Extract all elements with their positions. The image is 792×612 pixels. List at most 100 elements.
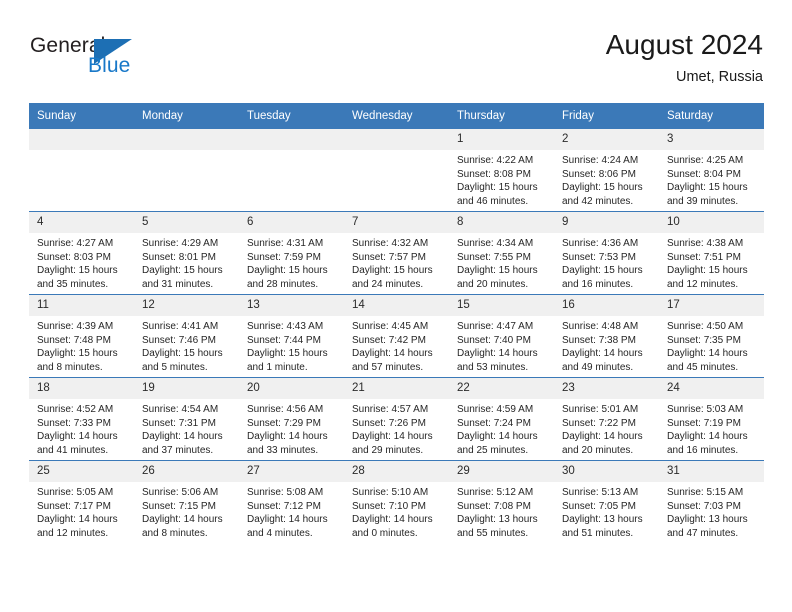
calendar-week-row: 18 Sunrise: 4:52 AM Sunset: 7:33 PM Dayligh… [29,377,764,461]
daylight-text-line1: Daylight: 14 hours [457,348,538,360]
sunset-text: Sunset: 7:51 PM [667,251,741,263]
sunset-text: Sunset: 7:15 PM [142,500,216,512]
sunrise-text: Sunrise: 4:54 AM [142,404,219,415]
daylight-text-line1: Daylight: 15 hours [667,182,748,194]
day-details: Sunrise: 4:34 AM Sunset: 7:55 PM Daylight:… [449,233,554,291]
logo-text-blue: Blue [88,54,131,77]
sunrise-text: Sunrise: 5:05 AM [37,487,114,498]
sunrise-text: Sunrise: 4:29 AM [142,238,219,249]
daylight-text-line1: Daylight: 15 hours [562,265,643,277]
weekday-header-friday: Friday [554,103,659,129]
calendar-day-cell[interactable]: 13 Sunrise: 4:43 AM Sunset: 7:44 PM Dayligh… [239,294,344,378]
calendar-day-cell[interactable]: 26 Sunrise: 5:06 AM Sunset: 7:15 PM Dayligh… [134,460,239,543]
calendar-day-cell-empty [29,128,134,212]
sunrise-text: Sunrise: 5:12 AM [457,487,534,498]
sunrise-text: Sunrise: 5:01 AM [562,404,639,415]
calendar-day-cell[interactable]: 27 Sunrise: 5:08 AM Sunset: 7:12 PM Dayligh… [239,460,344,543]
calendar-day-cell[interactable]: 5 Sunrise: 4:29 AM Sunset: 8:01 PM Daylight… [134,211,239,295]
day-number: 6 [239,212,344,233]
daylight-text-line1: Daylight: 14 hours [142,514,223,526]
sunrise-text: Sunrise: 4:41 AM [142,321,219,332]
day-number: 19 [134,378,239,399]
sunrise-text: Sunrise: 5:10 AM [352,487,429,498]
sunset-text: Sunset: 7:08 PM [457,500,531,512]
calendar-day-cell[interactable]: 6 Sunrise: 4:31 AM Sunset: 7:59 PM Daylight… [239,211,344,295]
daylight-text-line2: and 29 minutes. [352,444,424,456]
calendar-day-cell[interactable]: 24 Sunrise: 5:03 AM Sunset: 7:19 PM Dayligh… [659,377,764,461]
daylight-text-line1: Daylight: 14 hours [562,348,643,360]
calendar-day-cell[interactable]: 21 Sunrise: 4:57 AM Sunset: 7:26 PM Dayligh… [344,377,449,461]
daylight-text-line2: and 49 minutes. [562,361,634,373]
day-number: 31 [659,461,764,482]
daylight-text-line1: Daylight: 13 hours [457,514,538,526]
daylight-text-line2: and 39 minutes. [667,195,739,207]
daylight-text-line2: and 51 minutes. [562,527,634,539]
calendar-day-cell[interactable]: 17 Sunrise: 4:50 AM Sunset: 7:35 PM Dayligh… [659,294,764,378]
day-details: Sunrise: 4:59 AM Sunset: 7:24 PM Daylight:… [449,399,554,457]
calendar-day-cell[interactable]: 14 Sunrise: 4:45 AM Sunset: 7:42 PM Dayligh… [344,294,449,378]
day-number: 8 [449,212,554,233]
calendar-day-cell[interactable]: 23 Sunrise: 5:01 AM Sunset: 7:22 PM Dayligh… [554,377,659,461]
calendar-day-cell[interactable]: 2 Sunrise: 4:24 AM Sunset: 8:06 PM Daylight… [554,128,659,212]
calendar-day-cell[interactable]: 4 Sunrise: 4:27 AM Sunset: 8:03 PM Daylight… [29,211,134,295]
calendar-day-cell[interactable]: 12 Sunrise: 4:41 AM Sunset: 7:46 PM Dayligh… [134,294,239,378]
calendar-page: General Blue August 2024 Umet, Russia Su… [0,0,792,612]
day-details: Sunrise: 4:27 AM Sunset: 8:03 PM Daylight:… [29,233,134,291]
page-header: General Blue August 2024 Umet, Russia [0,0,792,100]
daylight-text-line2: and 16 minutes. [562,278,634,290]
daylight-text-line1: Daylight: 15 hours [457,182,538,194]
day-number: 7 [344,212,449,233]
calendar-day-cell[interactable]: 19 Sunrise: 4:54 AM Sunset: 7:31 PM Dayligh… [134,377,239,461]
day-number [29,129,134,150]
day-details: Sunrise: 4:22 AM Sunset: 8:08 PM Daylight:… [449,150,554,208]
daylight-text-line1: Daylight: 14 hours [247,514,328,526]
calendar-day-cell[interactable]: 1 Sunrise: 4:22 AM Sunset: 8:08 PM Daylight… [449,128,554,212]
calendar-day-cell[interactable]: 10 Sunrise: 4:38 AM Sunset: 7:51 PM Dayligh… [659,211,764,295]
calendar-day-cell[interactable]: 20 Sunrise: 4:56 AM Sunset: 7:29 PM Dayligh… [239,377,344,461]
sunrise-text: Sunrise: 4:43 AM [247,321,324,332]
sunset-text: Sunset: 8:01 PM [142,251,216,263]
day-details: Sunrise: 5:15 AM Sunset: 7:03 PM Daylight:… [659,482,764,540]
daylight-text-line2: and 37 minutes. [142,444,214,456]
calendar-day-cell[interactable]: 31 Sunrise: 5:15 AM Sunset: 7:03 PM Dayligh… [659,460,764,543]
day-number: 25 [29,461,134,482]
sunset-text: Sunset: 8:06 PM [562,168,636,180]
day-number: 21 [344,378,449,399]
calendar-day-cell[interactable]: 3 Sunrise: 4:25 AM Sunset: 8:04 PM Daylight… [659,128,764,212]
calendar-day-cell[interactable]: 25 Sunrise: 5:05 AM Sunset: 7:17 PM Dayligh… [29,460,134,543]
daylight-text-line2: and 55 minutes. [457,527,529,539]
calendar-day-cell[interactable]: 18 Sunrise: 4:52 AM Sunset: 7:33 PM Dayligh… [29,377,134,461]
calendar-day-cell[interactable]: 22 Sunrise: 4:59 AM Sunset: 7:24 PM Dayligh… [449,377,554,461]
calendar-day-cell[interactable]: 11 Sunrise: 4:39 AM Sunset: 7:48 PM Dayligh… [29,294,134,378]
sunset-text: Sunset: 7:46 PM [142,334,216,346]
day-details: Sunrise: 4:57 AM Sunset: 7:26 PM Daylight:… [344,399,449,457]
daylight-text-line1: Daylight: 14 hours [37,514,118,526]
day-details: Sunrise: 4:52 AM Sunset: 7:33 PM Daylight:… [29,399,134,457]
day-details: Sunrise: 4:50 AM Sunset: 7:35 PM Daylight:… [659,316,764,374]
sunset-text: Sunset: 7:55 PM [457,251,531,263]
daylight-text-line1: Daylight: 14 hours [562,431,643,443]
sunrise-text: Sunrise: 4:52 AM [37,404,114,415]
month-calendar: Sunday Monday Tuesday Wednesday Thursday… [29,103,764,543]
calendar-day-cell[interactable]: 9 Sunrise: 4:36 AM Sunset: 7:53 PM Daylight… [554,211,659,295]
calendar-day-cell[interactable]: 7 Sunrise: 4:32 AM Sunset: 7:57 PM Daylight… [344,211,449,295]
calendar-day-cell[interactable]: 8 Sunrise: 4:34 AM Sunset: 7:55 PM Daylight… [449,211,554,295]
page-title: August 2024 [605,29,763,60]
calendar-day-cell[interactable]: 28 Sunrise: 5:10 AM Sunset: 7:10 PM Dayligh… [344,460,449,543]
daylight-text-line2: and 24 minutes. [352,278,424,290]
calendar-day-cell[interactable]: 16 Sunrise: 4:48 AM Sunset: 7:38 PM Dayligh… [554,294,659,378]
calendar-day-cell[interactable]: 15 Sunrise: 4:47 AM Sunset: 7:40 PM Dayligh… [449,294,554,378]
day-details: Sunrise: 4:25 AM Sunset: 8:04 PM Daylight:… [659,150,764,208]
daylight-text-line2: and 8 minutes. [37,361,103,373]
day-details: Sunrise: 5:10 AM Sunset: 7:10 PM Daylight:… [344,482,449,540]
calendar-header-row: Sunday Monday Tuesday Wednesday Thursday… [29,103,764,129]
day-details: Sunrise: 4:48 AM Sunset: 7:38 PM Daylight:… [554,316,659,374]
sunrise-text: Sunrise: 5:15 AM [667,487,744,498]
calendar-day-cell-empty [134,128,239,212]
general-blue-logo[interactable]: General Blue [30,34,210,82]
calendar-day-cell[interactable]: 29 Sunrise: 5:12 AM Sunset: 7:08 PM Dayligh… [449,460,554,543]
sunset-text: Sunset: 7:26 PM [352,417,426,429]
day-details: Sunrise: 4:43 AM Sunset: 7:44 PM Daylight:… [239,316,344,374]
calendar-day-cell[interactable]: 30 Sunrise: 5:13 AM Sunset: 7:05 PM Dayligh… [554,460,659,543]
daylight-text-line2: and 20 minutes. [562,444,634,456]
